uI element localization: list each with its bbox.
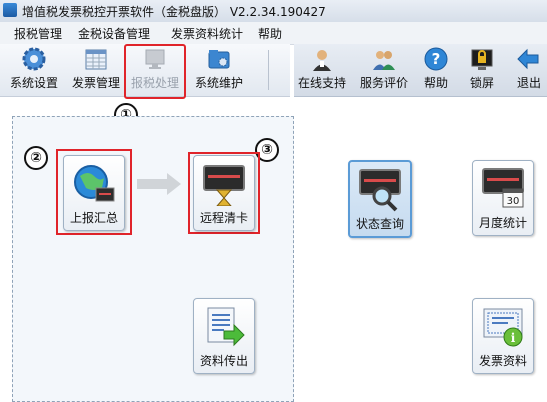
- exit-label: 退出: [516, 76, 541, 90]
- lock-icon: [469, 46, 495, 72]
- window-title: 增值税发票税控开票软件（金税盘版） V2.2.34.190427: [22, 5, 326, 19]
- hourglass-screen-icon: [202, 162, 246, 207]
- system-settings-label: 系统设置: [9, 76, 58, 90]
- invoice-management-button[interactable]: 发票管理: [68, 46, 124, 94]
- invoice-table-icon: [83, 46, 109, 72]
- help-label: 帮助: [423, 76, 448, 90]
- upload-summary-label: 上报汇总: [69, 211, 118, 225]
- svg-text:?: ?: [432, 50, 441, 68]
- online-support-button[interactable]: 在线支持: [294, 46, 350, 94]
- menu-invoice-statistics[interactable]: 发票资料统计: [171, 25, 243, 42]
- menu-bar: 报税管理 金税设备管理 发票资料统计 帮助: [0, 22, 547, 45]
- calendar-day-text: 30: [507, 196, 520, 207]
- data-export-label: 资料传出: [199, 354, 248, 368]
- status-query-button[interactable]: 状态查询: [348, 160, 412, 238]
- invoice-data-label: 发票资料: [478, 354, 527, 368]
- monthly-stats-label: 月度统计: [478, 216, 527, 230]
- system-maintenance-label: 系统维护: [194, 76, 243, 90]
- status-query-label: 状态查询: [355, 217, 404, 231]
- calendar-30-icon: 30: [481, 167, 525, 211]
- title-bar: 增值税发票税控开票软件（金税盘版） V2.2.34.190427: [0, 0, 547, 23]
- lock-screen-button[interactable]: 锁屏: [464, 46, 500, 94]
- online-support-label: 在线支持: [297, 76, 346, 90]
- help-button[interactable]: ? 帮助: [418, 46, 454, 94]
- upload-summary-button[interactable]: 上报汇总: [63, 155, 125, 231]
- gear-icon: [21, 46, 47, 72]
- highlight-tax-processing: [124, 44, 186, 99]
- globe-upload-icon: [72, 162, 116, 206]
- data-export-button[interactable]: 资料传出: [193, 298, 255, 374]
- invoice-management-label: 发票管理: [71, 76, 120, 90]
- remote-clear-button[interactable]: 远程清卡: [193, 155, 255, 231]
- support-person-icon: [309, 46, 335, 72]
- annotation-2: ②: [24, 146, 48, 170]
- menu-tax-filing[interactable]: 报税管理: [14, 25, 62, 42]
- exit-button[interactable]: 退出: [512, 46, 546, 94]
- people-icon: [371, 46, 397, 72]
- remote-clear-label: 远程清卡: [199, 211, 248, 225]
- magnifier-screen-icon: [358, 168, 402, 212]
- document-arrow-icon: [202, 305, 246, 349]
- exit-arrow-icon: [516, 46, 542, 72]
- toolbar-separator: [268, 50, 269, 90]
- invoice-info-icon: i: [481, 305, 525, 349]
- service-rating-button[interactable]: 服务评价: [356, 46, 412, 94]
- folder-gear-icon: [206, 46, 232, 72]
- app-icon: [3, 3, 17, 17]
- monthly-stats-button[interactable]: 30 月度统计: [472, 160, 534, 236]
- menu-help[interactable]: 帮助: [258, 25, 282, 42]
- help-icon: ?: [423, 46, 449, 72]
- svg-text:i: i: [511, 331, 516, 345]
- system-maintenance-button[interactable]: 系统维护: [190, 46, 248, 94]
- service-rating-label: 服务评价: [359, 76, 408, 90]
- system-settings-button[interactable]: 系统设置: [6, 46, 62, 94]
- invoice-data-button[interactable]: i 发票资料: [472, 298, 534, 374]
- menu-device-management[interactable]: 金税设备管理: [78, 25, 150, 42]
- secondary-toolbar: 在线支持 服务评价 ? 帮助 锁屏 退出: [294, 44, 547, 97]
- lock-screen-label: 锁屏: [469, 76, 494, 90]
